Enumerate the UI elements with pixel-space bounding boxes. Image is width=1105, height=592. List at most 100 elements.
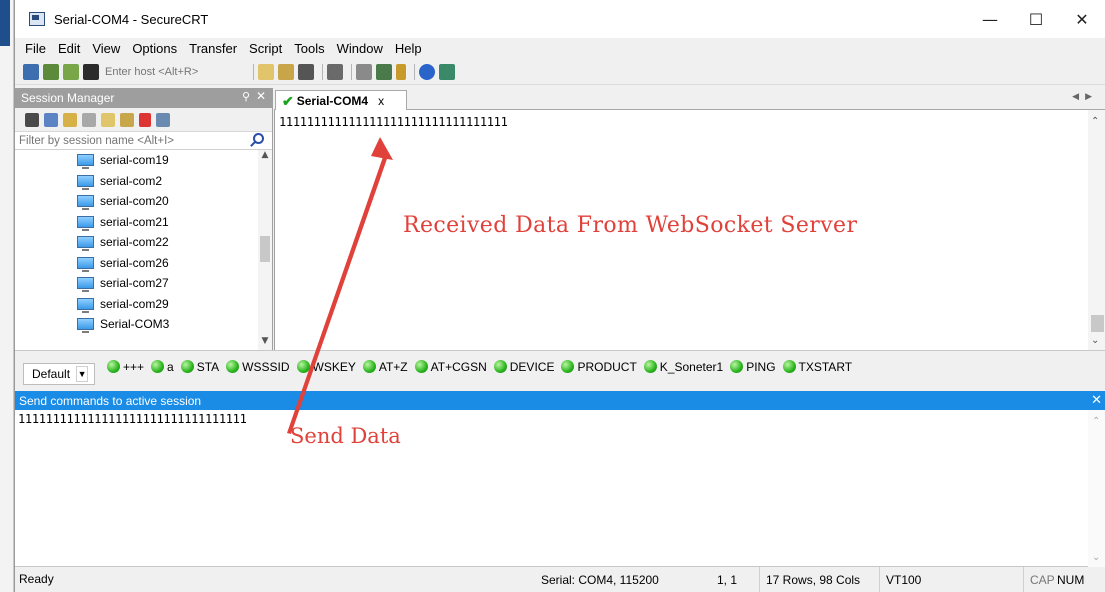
session-item-label: Serial-COM3 — [100, 317, 170, 332]
session-item[interactable]: serial-com21 — [15, 212, 259, 233]
host-input[interactable] — [103, 62, 231, 81]
status-serial: Serial: COM4, 115200 — [541, 572, 659, 587]
maximize-button[interactable]: ☐ — [1013, 0, 1059, 38]
session-item[interactable]: serial-com20 — [15, 191, 259, 212]
scroll-thumb[interactable] — [260, 236, 270, 262]
green-dot-icon — [226, 360, 240, 373]
menu-script[interactable]: Script — [243, 41, 288, 56]
session-filter-input[interactable] — [15, 132, 235, 149]
pin-icon[interactable]: ⚲ — [242, 90, 250, 103]
global-options-icon[interactable] — [376, 63, 392, 80]
monitor-icon — [77, 256, 94, 272]
reconnect-icon[interactable] — [63, 63, 79, 80]
session-item[interactable]: serial-com27 — [15, 273, 259, 294]
menu-window[interactable]: Window — [331, 41, 389, 56]
monitor-icon — [77, 297, 94, 313]
cut-icon[interactable] — [82, 112, 96, 127]
minimize-button[interactable]: — — [967, 0, 1013, 38]
connect-icon[interactable] — [23, 63, 39, 80]
session-manager-toolbar — [15, 108, 272, 132]
green-dot-icon — [362, 360, 376, 373]
new-session-icon[interactable] — [44, 112, 58, 127]
button-bar-select[interactable]: Default ▼ — [23, 362, 95, 385]
properties-icon[interactable] — [156, 112, 170, 127]
delete-icon[interactable] — [139, 112, 151, 127]
button-bar-button[interactable]: PRODUCT — [561, 360, 637, 374]
find-icon[interactable] — [298, 63, 314, 80]
session-item[interactable]: serial-com2 — [15, 171, 259, 192]
quick-connect-icon[interactable] — [43, 63, 59, 80]
session-item[interactable]: serial-com22 — [15, 232, 259, 253]
keymap-icon[interactable] — [396, 63, 406, 80]
button-bar-button[interactable]: DEVICE — [493, 360, 554, 374]
annotation-received-data: Received Data From WebSocket Server — [403, 213, 858, 238]
paste-icon[interactable] — [278, 63, 294, 80]
button-label: PING — [746, 359, 776, 374]
new-folder-icon[interactable] — [63, 112, 77, 127]
copy-icon[interactable] — [101, 112, 115, 127]
menu-edit[interactable]: Edit — [52, 41, 86, 56]
terminal-output: 111111111111111111111111111111111 — [279, 115, 508, 129]
search-icon[interactable] — [253, 133, 264, 144]
button-bar-button[interactable]: TXSTART — [782, 359, 853, 374]
status-ready: Ready — [19, 572, 54, 586]
button-bar-button[interactable]: WSKEY — [296, 359, 356, 374]
sftp-icon[interactable] — [439, 63, 455, 80]
menu-help[interactable]: Help — [389, 41, 428, 56]
button-label: +++ — [123, 359, 145, 374]
menu-file[interactable]: File — [19, 41, 52, 56]
tab-scroll-arrows-icon[interactable]: ◀▶ — [1072, 92, 1098, 102]
background-window-edge — [0, 0, 14, 592]
monitor-icon — [77, 174, 94, 190]
session-item[interactable]: serial-com26 — [15, 253, 259, 274]
chevron-up-icon[interactable]: ⌃ — [1091, 116, 1099, 127]
session-list-scrollbar[interactable]: ▲ ▼ — [258, 150, 272, 350]
help-icon[interactable] — [419, 63, 435, 80]
session-options-icon[interactable] — [356, 63, 372, 80]
dropdown-arrow-icon[interactable]: ▼ — [76, 365, 89, 382]
green-dot-icon — [643, 360, 657, 373]
monitor-icon — [77, 318, 94, 334]
scroll-up-icon[interactable]: ▲ — [258, 150, 272, 164]
close-icon[interactable]: ✕ — [256, 89, 266, 103]
button-bar-button[interactable]: WSSSID — [226, 360, 290, 374]
button-bar-button[interactable]: AT+Z — [362, 360, 408, 374]
session-item-label: serial-com26 — [100, 255, 169, 270]
menu-options[interactable]: Options — [126, 41, 183, 56]
status-cursor: 1, 1 — [717, 572, 738, 587]
green-dot-icon — [296, 360, 310, 373]
print-icon[interactable] — [327, 63, 343, 80]
session-item[interactable]: serial-com29 — [15, 294, 259, 315]
menu-transfer[interactable]: Transfer — [183, 41, 243, 56]
close-icon[interactable]: ✕ — [1091, 392, 1102, 408]
chevron-up-icon[interactable]: ⌃ — [1092, 416, 1100, 427]
button-bar-button[interactable]: +++ — [107, 360, 144, 374]
send-commands-input[interactable]: 111111111111111111111111111111111 ⌃ ⌄ — [15, 410, 1105, 567]
chevron-down-icon[interactable]: ⌄ — [1091, 335, 1099, 346]
tab-close-button[interactable]: x — [378, 94, 384, 108]
menu-view[interactable]: View — [86, 41, 126, 56]
send-scrollbar[interactable]: ⌃ ⌄ — [1088, 410, 1105, 567]
terminal-scrollbar[interactable]: ⌃ ⌄ — [1088, 110, 1105, 350]
button-bar-button[interactable]: STA — [180, 360, 219, 374]
window-title: Serial-COM4 - SecureCRT — [54, 11, 209, 27]
button-bar-button[interactable]: AT+CGSN — [414, 360, 487, 374]
scroll-thumb[interactable] — [1091, 315, 1104, 332]
button-bar-button[interactable]: PING — [730, 359, 776, 374]
button-bar-button[interactable]: a — [151, 360, 174, 374]
monitor-icon — [77, 236, 94, 252]
close-window-button[interactable]: ✕ — [1059, 0, 1105, 38]
scroll-down-icon[interactable]: ▼ — [258, 336, 272, 350]
button-label: TXSTART — [798, 359, 853, 374]
button-bar-button[interactable]: K_Soneter1 — [643, 360, 723, 374]
session-item[interactable]: serial-com19 — [15, 150, 259, 171]
paste-icon[interactable] — [120, 112, 134, 127]
disconnect-icon[interactable] — [83, 63, 99, 80]
session-item[interactable]: Serial-COM3 — [15, 314, 259, 335]
copy-icon[interactable] — [258, 63, 274, 80]
button-label: WSKEY — [312, 359, 356, 374]
menu-tools[interactable]: Tools — [288, 41, 330, 56]
chevron-down-icon[interactable]: ⌄ — [1092, 552, 1100, 563]
tab-serial-com4[interactable]: ✔ Serial-COM4 x — [275, 90, 407, 111]
connect-icon[interactable] — [25, 112, 39, 127]
